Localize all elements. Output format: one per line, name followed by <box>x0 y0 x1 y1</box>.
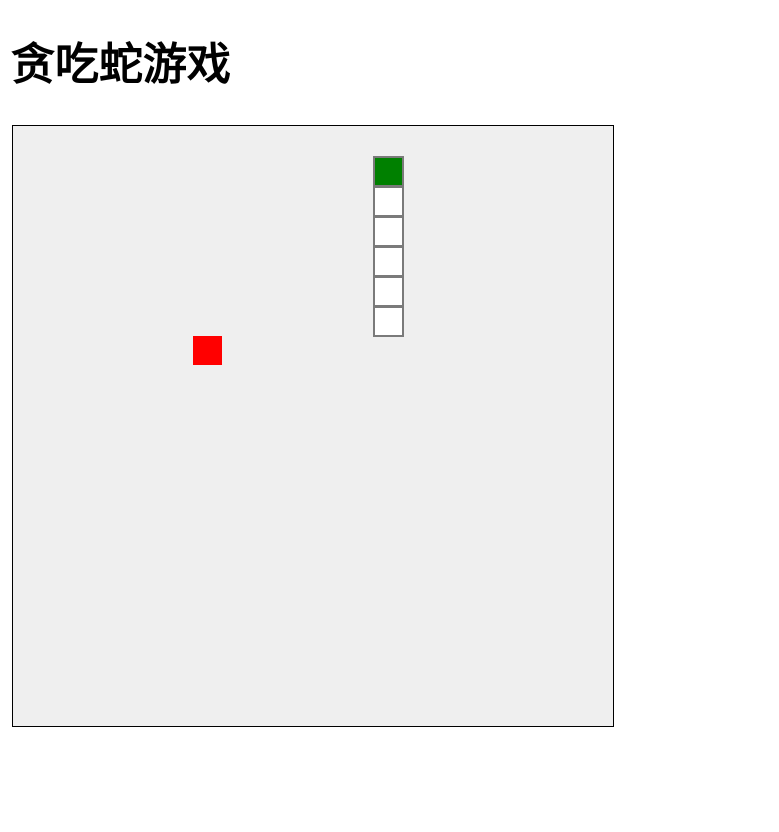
snake-segment <box>372 185 404 217</box>
page-title: 贪吃蛇游戏 <box>11 39 231 90</box>
snake-segment <box>372 245 404 277</box>
snake-segment <box>372 215 404 247</box>
snake-segment <box>372 305 404 337</box>
snake-head <box>372 155 404 187</box>
snake-segment <box>372 275 404 307</box>
food-item <box>193 336 222 365</box>
game-board[interactable] <box>12 125 614 727</box>
